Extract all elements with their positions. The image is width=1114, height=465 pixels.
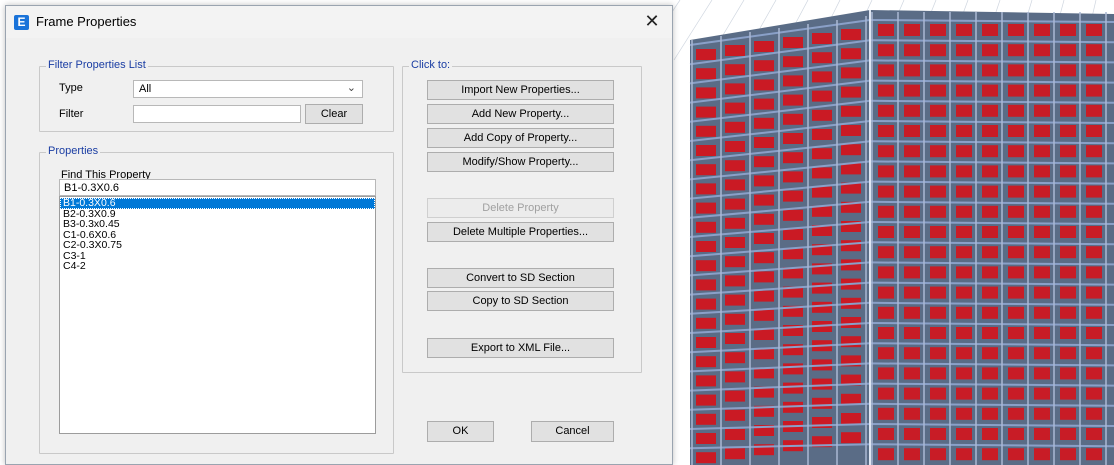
delete-multiple-properties-button[interactable]: Delete Multiple Properties...	[427, 222, 614, 242]
import-new-properties-button[interactable]: Import New Properties...	[427, 80, 614, 100]
type-dropdown-value: All	[139, 83, 152, 95]
properties-group-label: Properties	[46, 145, 101, 157]
property-list-item[interactable]: C4-2	[60, 261, 375, 272]
filter-input[interactable]	[133, 105, 301, 123]
add-new-property-button[interactable]: Add New Property...	[427, 104, 614, 124]
filter-label: Filter	[59, 108, 84, 120]
dialog-title: Frame Properties	[36, 14, 137, 29]
type-label: Type	[59, 82, 83, 94]
property-list-item[interactable]: B3-0.3x0.45	[60, 219, 375, 230]
modify-show-property-button[interactable]: Modify/Show Property...	[427, 152, 614, 172]
find-property-input[interactable]: B1-0.3X0.6	[59, 179, 376, 196]
etabs-app-icon: E	[14, 15, 29, 30]
cancel-button[interactable]: Cancel	[531, 421, 614, 442]
copy-to-sd-section-button[interactable]: Copy to SD Section	[427, 291, 614, 311]
chevron-down-icon: ⌄	[346, 82, 356, 94]
click-to-group-label: Click to:	[409, 59, 453, 71]
type-dropdown[interactable]: All ⌄	[133, 80, 363, 98]
add-copy-of-property-button[interactable]: Add Copy of Property...	[427, 128, 614, 148]
property-list-item[interactable]: C2-0.3X0.75	[60, 240, 375, 251]
clear-button[interactable]: Clear	[305, 104, 363, 124]
title-bar[interactable]: E Frame Properties ✕	[6, 6, 672, 38]
close-icon[interactable]: ✕	[640, 10, 664, 34]
ok-button[interactable]: OK	[427, 421, 494, 442]
delete-property-button[interactable]: Delete Property	[427, 198, 614, 218]
convert-to-sd-section-button[interactable]: Convert to SD Section	[427, 268, 614, 288]
frame-properties-dialog: E Frame Properties ✕ Filter Properties L…	[5, 5, 673, 465]
properties-listbox[interactable]: B1-0.3X0.6 B2-0.3X0.9 B3-0.3x0.45 C1-0.6X0.…	[59, 196, 376, 434]
export-to-xml-file-button[interactable]: Export to XML File...	[427, 338, 614, 358]
property-list-item[interactable]: C3-1	[60, 250, 375, 262]
property-list-item[interactable]: B1-0.3X0.6	[60, 198, 375, 209]
filter-group-label: Filter Properties List	[46, 59, 148, 71]
